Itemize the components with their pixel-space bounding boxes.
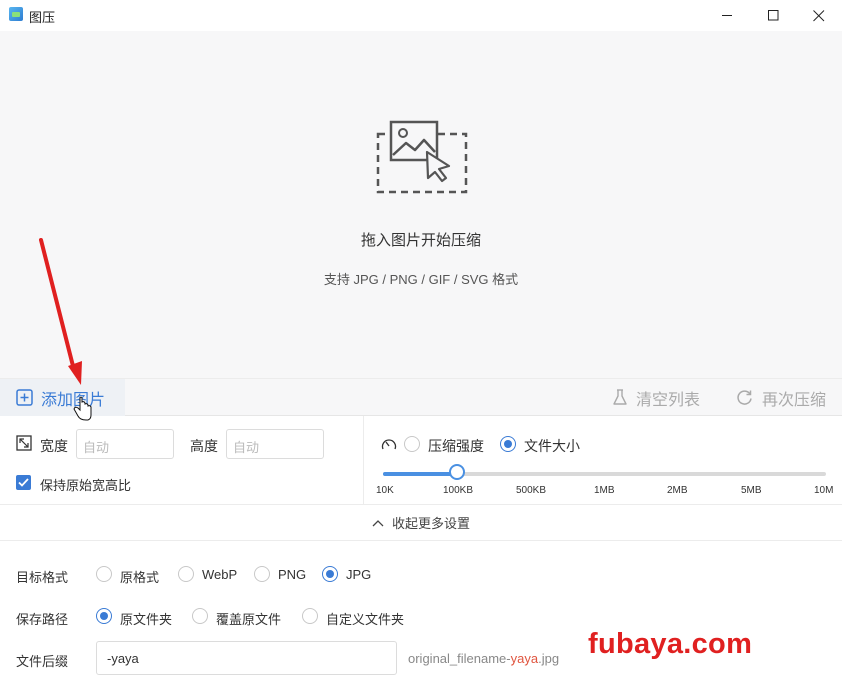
mode-strength-radio[interactable]: [404, 436, 420, 452]
add-image-button[interactable]: 添加图片: [0, 379, 125, 416]
drop-title: 拖入图片开始压缩: [360, 232, 481, 249]
save-radio-custom-folder[interactable]: [302, 608, 318, 624]
mode-filesize-radio[interactable]: [500, 436, 516, 452]
maximize-button[interactable]: [750, 0, 796, 31]
height-label: 高度: [190, 438, 218, 454]
minimize-button[interactable]: [704, 0, 750, 31]
collapse-settings-toggle[interactable]: 收起更多设置: [0, 505, 842, 541]
drop-subtitle: 支持 JPG / PNG / GIF / SVG 格式: [323, 272, 519, 287]
add-image-label: 添加图片: [41, 391, 106, 409]
keep-ratio-checkbox[interactable]: [16, 475, 31, 490]
image-drop-icon: [376, 120, 468, 194]
width-input[interactable]: 自动: [76, 429, 174, 459]
close-button[interactable]: [796, 0, 842, 31]
action-bar: 添加图片 清空列表 再次压缩: [0, 378, 842, 416]
save-option-original-folder: 原文件夹: [120, 612, 173, 627]
filename-preview: original_filename-yaya.jpg: [408, 651, 559, 666]
save-option-custom-folder: 自定义文件夹: [326, 612, 405, 627]
title-bar: 图压: [0, 0, 842, 31]
format-label: 目标格式: [16, 570, 69, 585]
suffix-label: 文件后缀: [16, 654, 69, 669]
height-input[interactable]: 自动: [226, 429, 324, 459]
window-title: 图压: [29, 10, 56, 25]
format-radio-webp[interactable]: [178, 566, 194, 582]
chevron-up-icon: [372, 519, 384, 526]
slider-tick: 10M: [814, 485, 834, 496]
watermark: fubaya.com: [588, 628, 753, 660]
save-option-overwrite: 覆盖原文件: [216, 612, 282, 627]
filename-preview-prefix: original_filename-: [408, 651, 511, 666]
format-radio-jpg[interactable]: [322, 566, 338, 582]
slider-tick: 1MB: [594, 485, 615, 496]
app-icon: [9, 7, 23, 21]
slider-tick: 500KB: [516, 485, 547, 496]
gauge-icon: [381, 439, 397, 450]
minimize-icon: [721, 15, 732, 16]
keep-ratio-label: 保持原始宽高比: [40, 478, 132, 493]
drop-zone[interactable]: 拖入图片开始压缩 支持 JPG / PNG / GIF / SVG 格式: [0, 31, 842, 378]
mode-filesize-label: 文件大小: [524, 438, 580, 454]
checkmark-icon: [18, 478, 29, 487]
plus-square-icon: [16, 389, 33, 406]
slider-tick: 5MB: [741, 485, 762, 496]
maximize-icon: [767, 10, 778, 21]
format-option-original: 原格式: [120, 570, 160, 585]
save-radio-overwrite[interactable]: [192, 608, 208, 624]
recompress-button[interactable]: 再次压缩: [736, 379, 826, 416]
clear-list-button[interactable]: 清空列表: [613, 379, 700, 416]
format-option-webp: WebP: [202, 567, 238, 582]
resize-icon: [16, 435, 32, 451]
suffix-input[interactable]: -yaya: [96, 641, 397, 675]
format-radio-png[interactable]: [254, 566, 270, 582]
compression-settings: 宽度 自动 高度 自动 保持原始宽高比 压缩强度 文件大小 10K 100KB …: [0, 416, 842, 505]
flask-icon: [613, 389, 627, 405]
size-slider-thumb[interactable]: [449, 464, 465, 480]
refresh-icon: [737, 390, 752, 405]
settings-divider: [363, 416, 364, 505]
slider-tick: 100KB: [443, 485, 474, 496]
clear-list-label: 清空列表: [636, 391, 701, 409]
format-option-jpg: JPG: [346, 567, 372, 582]
recompress-label: 再次压缩: [762, 391, 827, 409]
format-radio-original[interactable]: [96, 566, 112, 582]
slider-tick: 2MB: [667, 485, 688, 496]
slider-tick: 10K: [376, 485, 394, 496]
save-path-label: 保存路径: [16, 612, 69, 627]
size-slider-fill: [383, 472, 457, 476]
width-label: 宽度: [40, 438, 68, 454]
filename-preview-suffix: yaya: [510, 651, 539, 666]
collapse-label: 收起更多设置: [391, 516, 470, 531]
close-icon: [813, 9, 825, 21]
format-option-png: PNG: [278, 567, 307, 582]
mode-strength-label: 压缩强度: [428, 438, 484, 454]
filename-preview-ext: .jpg: [538, 651, 560, 666]
save-radio-original-folder[interactable]: [96, 608, 112, 624]
